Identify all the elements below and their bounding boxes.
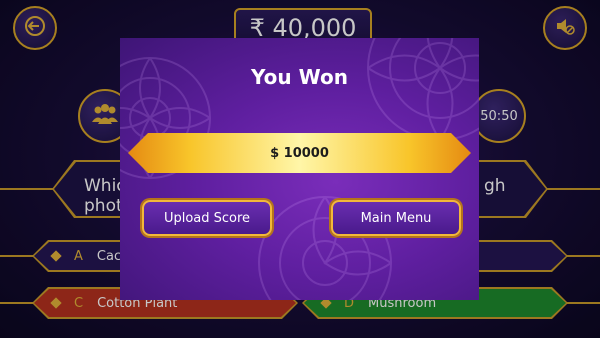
main-menu-button[interactable]: Main Menu	[331, 200, 461, 236]
upload-score-button[interactable]: Upload Score	[142, 200, 272, 236]
upload-score-label: Upload Score	[163, 210, 251, 226]
dialog-title: You Won	[251, 65, 348, 89]
mandala-decoration	[367, 38, 479, 141]
main-menu-label: Main Menu	[360, 210, 432, 226]
prize-ribbon: $ 10000	[128, 133, 471, 173]
you-won-dialog: You Won $ 10000 Upload Score Main Menu	[120, 38, 479, 300]
prize-amount: $ 10000	[270, 145, 329, 161]
